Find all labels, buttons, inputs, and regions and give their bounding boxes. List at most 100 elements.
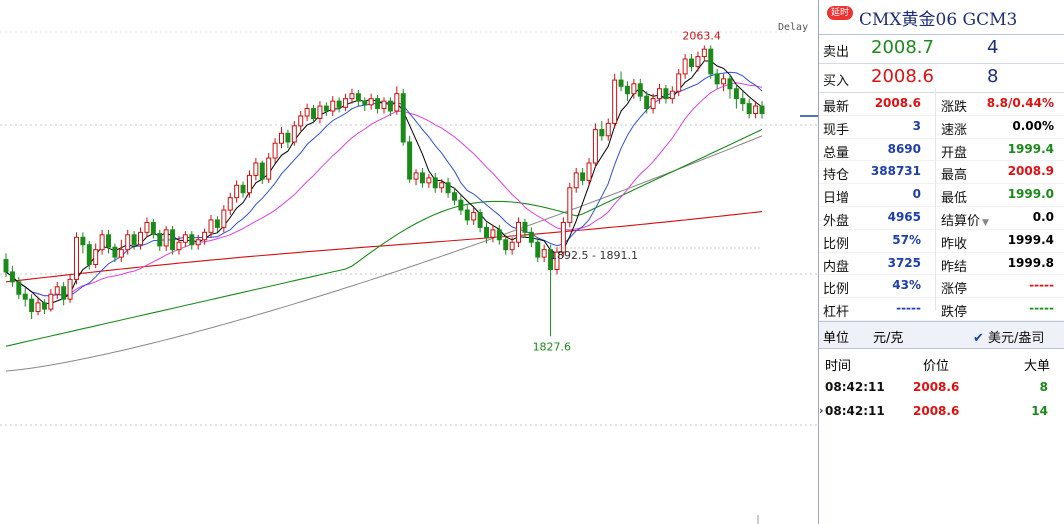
candle-body <box>285 132 291 143</box>
candle-body <box>445 182 451 194</box>
candle-body <box>375 98 381 110</box>
candle-body <box>144 221 150 233</box>
delay-badge: 延时 <box>827 6 853 20</box>
quote-label-right: 涨停 <box>941 282 968 298</box>
quote-value-right: 0.0 <box>1032 209 1054 224</box>
quote-value-right: 8.8/0.44% <box>986 96 1054 110</box>
quote-value-right: ----- <box>1029 301 1054 316</box>
quote-label: 现手 <box>823 122 850 138</box>
candle-body <box>650 98 656 110</box>
candle-body <box>490 229 496 238</box>
candle-body <box>605 122 611 137</box>
quote-value-right: 0.00% <box>1012 118 1054 133</box>
candle-body <box>567 187 573 223</box>
quote-label-right: 最高 <box>941 168 968 184</box>
quote-row: 持仓 388731 最高 2008.9 <box>819 161 1064 185</box>
ticks-header-time: 时间 <box>825 358 852 374</box>
candle-body <box>624 85 630 95</box>
candle-body <box>106 234 111 248</box>
candle-body <box>535 241 541 258</box>
candle-body <box>48 293 54 310</box>
candle-body <box>644 95 650 110</box>
candle-body <box>195 239 201 246</box>
candle-body <box>304 108 310 117</box>
quote-value-right: 1999.8 <box>1007 255 1054 270</box>
quote-label: 杠杆 <box>823 305 850 321</box>
quote-label: 最新 <box>823 100 850 115</box>
candle-body <box>727 78 733 90</box>
candle-body <box>311 108 317 119</box>
candle-body <box>157 233 163 247</box>
candle-body <box>503 239 509 251</box>
quote-label: 比例 <box>823 282 850 298</box>
instrument-title: CMX黄金06 GCM3 <box>859 10 1018 30</box>
check-icon: ✔ <box>973 330 984 346</box>
candle-body <box>343 98 349 108</box>
candle-body <box>733 88 739 100</box>
candle-body <box>714 73 720 85</box>
candle-body <box>214 219 220 228</box>
candle-body <box>746 103 752 115</box>
quote-label-right: 跌停 <box>941 305 968 321</box>
dropdown-arrow-icon[interactable]: ▼ <box>982 218 989 228</box>
tick-price: 2008.6 <box>913 403 960 418</box>
quote-divider <box>935 88 936 310</box>
candle-body <box>355 93 361 102</box>
tick-time: 08:42:11 <box>825 403 885 418</box>
candle-body <box>336 100 342 108</box>
candle-body <box>138 231 144 246</box>
quote-value: ----- <box>896 301 921 316</box>
quote-value: 2008.6 <box>874 96 921 110</box>
quote-panel: 延时 CMX黄金06 GCM3 卖出 2008.7 4 买入 2008.6 8 … <box>818 0 1064 524</box>
quote-value-right: 2008.9 <box>1007 164 1054 179</box>
quote-row: 比例 43% 涨停 ----- <box>819 275 1064 299</box>
candle-body <box>612 79 618 124</box>
quote-row: 日增 0 最低 1999.0 <box>819 184 1064 207</box>
quote-label-right: 昨收 <box>941 236 968 252</box>
candle-body <box>522 221 528 233</box>
candle-body <box>9 271 15 283</box>
unit-row: 单位 元/克 ✔ 美元/盎司 <box>819 320 1064 349</box>
candle-body <box>394 93 400 112</box>
quote-value: 0 <box>912 187 921 202</box>
candle-body <box>29 298 35 313</box>
quote-row: 现手 3 速涨 0.00% <box>819 116 1064 139</box>
candle-body <box>221 209 227 228</box>
candle-body <box>99 234 105 251</box>
quote-value: 3 <box>912 118 921 133</box>
tick-volume: 14 <box>1031 403 1048 418</box>
candle-body <box>202 231 208 241</box>
candle-body <box>419 172 425 184</box>
quote-row: 内盘 3725 昨结 1999.8 <box>819 253 1064 276</box>
quote-value: 43% <box>892 278 921 293</box>
candle-body <box>580 172 586 181</box>
candle-body <box>407 141 413 180</box>
candle-body <box>592 129 598 164</box>
candle-body <box>657 88 662 100</box>
buy-label: 买入 <box>823 74 850 89</box>
candle-body <box>330 100 336 112</box>
candle-body <box>637 83 643 97</box>
candle-body <box>279 132 284 144</box>
buy-price: 2008.6 <box>871 66 934 87</box>
candle-body <box>676 73 682 92</box>
usd-oz-toggle[interactable]: ✔ 美元/盎司 <box>973 327 1044 346</box>
candle-body <box>189 234 195 246</box>
sell-row: 卖出 2008.7 4 <box>819 35 1064 64</box>
candle-body <box>516 221 522 243</box>
candle-body <box>426 177 432 184</box>
quote-label: 总量 <box>823 145 850 161</box>
title-bar: 延时 CMX黄金06 GCM3 <box>819 0 1064 35</box>
quote-row: 最新 2008.6 涨跌 8.8/0.44% <box>819 93 1064 116</box>
tick-volume: 8 <box>1039 379 1048 394</box>
candle-body <box>362 100 368 106</box>
candle-body <box>528 231 534 243</box>
quote-label-right: 最低 <box>941 191 968 207</box>
candle-body <box>291 125 297 143</box>
candle-body <box>451 192 457 201</box>
kline-chart[interactable]: 2063.4 1827.6 1892.5 - 1891.1 Delay <box>0 0 818 524</box>
candle-body <box>484 226 489 238</box>
usd-oz-toggle-label: 美元/盎司 <box>988 330 1045 346</box>
candle-body <box>387 100 393 112</box>
tick-time: 08:42:11 <box>825 379 885 394</box>
